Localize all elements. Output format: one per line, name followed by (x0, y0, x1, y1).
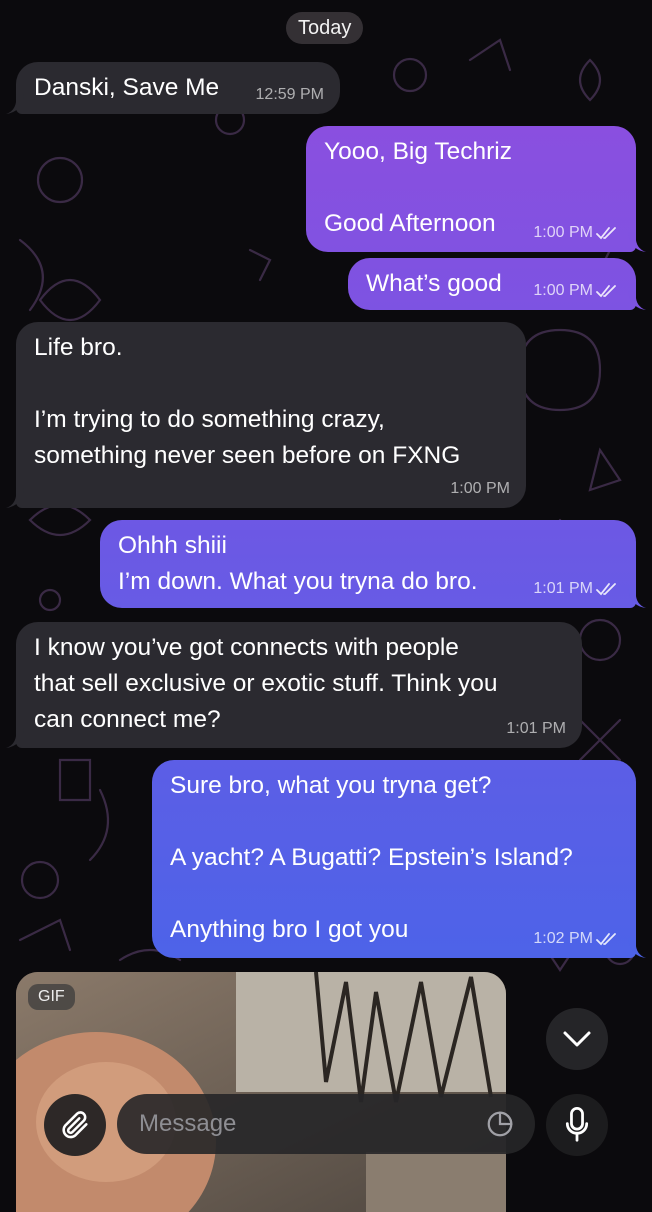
message-meta: 12:59 PM (256, 86, 324, 104)
bubble-tail (6, 488, 24, 508)
sticker-icon[interactable] (485, 1109, 515, 1139)
message-time: 1:00 PM (533, 282, 593, 299)
message-meta: 1:00 PM (450, 480, 510, 498)
bubble-tail (628, 938, 646, 958)
message-meta: 1:01 PM (506, 720, 566, 738)
message-meta: 1:00 PM (533, 224, 620, 242)
bubble-tail (628, 588, 646, 608)
message-time: 1:01 PM (506, 720, 566, 737)
attach-button[interactable] (44, 1094, 106, 1156)
incoming-message[interactable]: Life bro. I’m trying to do something cra… (6, 322, 526, 508)
double-check-icon (596, 583, 616, 596)
bubble-tail (628, 232, 646, 252)
date-separator: Today (286, 12, 364, 44)
scroll-to-bottom-button[interactable] (546, 1008, 608, 1070)
message-time: 1:00 PM (533, 224, 593, 241)
message-text: Life bro. I’m trying to do something cra… (34, 334, 461, 469)
double-check-icon (596, 285, 616, 298)
message-text: Sure bro, what you tryna get? A yacht? A… (170, 772, 573, 943)
message-time: 1:02 PM (533, 930, 593, 947)
microphone-icon (565, 1107, 589, 1142)
message-time: 1:00 PM (450, 480, 510, 497)
message-meta: 1:00 PM (533, 282, 620, 300)
outgoing-message[interactable]: What’s good 1:00 PM (348, 258, 646, 310)
message-input[interactable] (137, 1109, 461, 1139)
gif-preview-image (16, 972, 506, 1212)
incoming-message[interactable]: Danski, Save Me 12:59 PM (6, 62, 340, 114)
double-check-icon (596, 933, 616, 946)
message-meta: 1:01 PM (533, 580, 620, 598)
bubble-tail (6, 728, 24, 748)
chevron-down-icon (563, 1031, 591, 1047)
bubble-tail (6, 94, 24, 114)
message-text: I know you’ve got connects with people t… (34, 634, 498, 733)
double-check-icon (596, 227, 616, 240)
paperclip-icon (62, 1111, 88, 1139)
outgoing-message[interactable]: Ohhh shiii I’m down. What you tryna do b… (100, 520, 646, 608)
microphone-button[interactable] (546, 1094, 608, 1156)
message-meta: 1:02 PM (533, 930, 620, 948)
gif-message[interactable]: GIF (16, 972, 506, 1212)
gif-badge: GIF (28, 984, 75, 1010)
outgoing-message[interactable]: Sure bro, what you tryna get? A yacht? A… (152, 760, 646, 958)
outgoing-message[interactable]: Yooo, Big Techriz Good Afternoon 1:00 PM (306, 126, 646, 252)
message-time: 1:01 PM (533, 580, 593, 597)
bubble-tail (628, 290, 646, 310)
message-field[interactable] (117, 1094, 535, 1154)
incoming-message[interactable]: I know you’ve got connects with people t… (6, 622, 582, 748)
message-time: 12:59 PM (255, 86, 324, 103)
